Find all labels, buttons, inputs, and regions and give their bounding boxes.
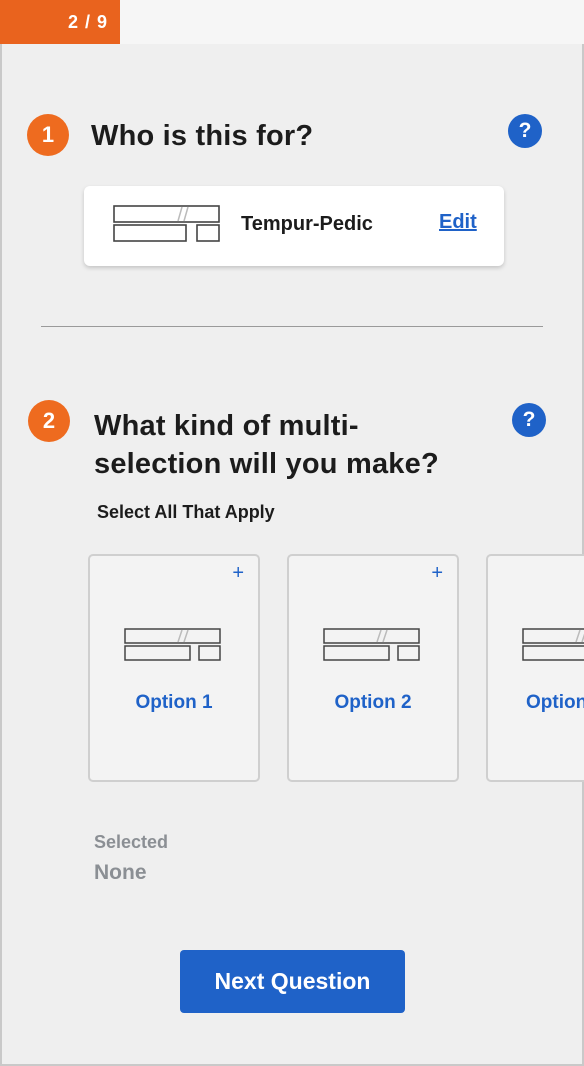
option-card-2[interactable]: + Option 2 [287,554,459,782]
selected-value: None [94,861,147,884]
option-label: Option 3 [526,692,584,713]
answer-name: Tempur-Pedic [241,213,373,235]
progress-indicator: 2 / 9 [0,0,120,44]
select-instruction: Select All That Apply [97,502,275,522]
option-card-3[interactable]: + Option 3 [486,554,584,782]
option-label: Option 2 [334,692,412,713]
question-2-title-line2: selection will you make? [94,448,439,480]
question-2-title-line1: What kind of multi- [94,410,359,442]
bed-icon [124,628,221,661]
edit-link[interactable]: Edit [439,211,477,234]
bed-icon [323,628,420,661]
question-mark-icon[interactable]: ? [512,403,546,437]
bed-icon [522,628,584,661]
bed-icon [113,205,220,242]
plus-icon: + [232,562,244,584]
section-divider [41,326,543,327]
question-1-title: Who is this for? [91,120,314,152]
question-mark-icon[interactable]: ? [508,114,542,148]
next-question-button[interactable]: Next Question [180,950,405,1013]
step-number-1: 1 [27,114,69,156]
quiz-panel [0,0,584,1066]
selected-label: Selected [94,832,169,852]
plus-icon: + [431,562,443,584]
options-carousel: + Option 1 + Option 2 + Option [88,554,584,784]
answer-card: Tempur-Pedic Edit [84,186,504,266]
step-number-2: 2 [28,400,70,442]
option-label: Option 1 [135,692,213,713]
option-card-1[interactable]: + Option 1 [88,554,260,782]
